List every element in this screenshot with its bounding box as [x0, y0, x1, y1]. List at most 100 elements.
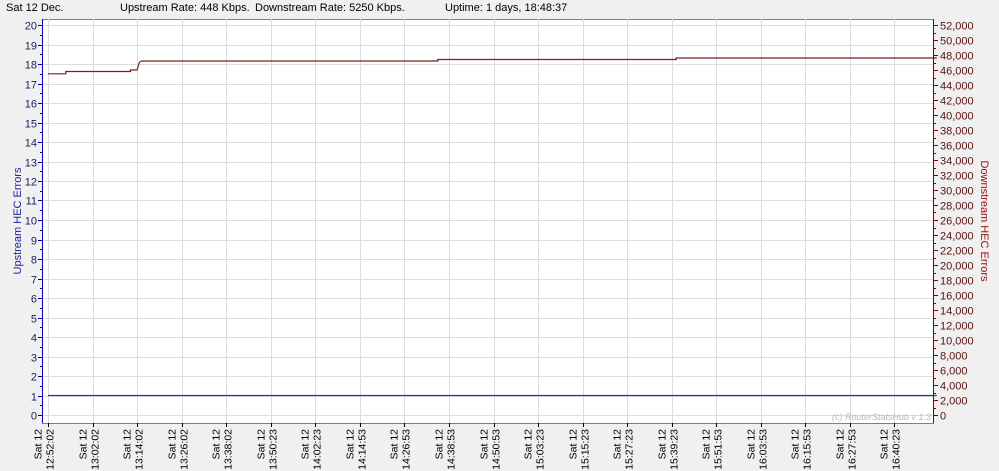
x-tick-label-time: 12:52:02 [45, 429, 57, 470]
right-tick-label: 24,000 [940, 231, 974, 243]
x-tick-label: Sat 1216:27:53 [835, 429, 859, 470]
x-tick-label: Sat 1213:50:23 [256, 429, 280, 470]
x-tick-label-day: Sat 12 [389, 429, 401, 460]
x-tick-label-day: Sat 12 [300, 429, 312, 460]
left-tick-label: 6 [31, 294, 37, 306]
x-tick-label-day: Sat 12 [167, 429, 179, 460]
right-tick-label: 34,000 [940, 156, 974, 168]
right-tick-label: 44,000 [940, 81, 974, 93]
x-tick-label-day: Sat 12 [122, 429, 134, 460]
x-tick-label-time: 13:50:23 [268, 429, 280, 470]
left-tick-label: 10 [25, 216, 37, 228]
left-tick-label: 9 [31, 236, 37, 248]
x-tick-label: Sat 1214:26:53 [389, 429, 413, 470]
x-tick-label-time: 16:15:53 [802, 429, 814, 470]
x-tick-label-time: 14:38:53 [446, 429, 458, 470]
x-tick-label: Sat 1213:14:02 [122, 429, 146, 470]
x-tick-label: Sat 1216:03:53 [746, 429, 770, 470]
x-tick-label-day: Sat 12 [345, 429, 357, 460]
x-tick-label-time: 14:02:23 [312, 429, 324, 470]
x-tick-label-time: 13:26:02 [179, 429, 191, 470]
x-tick-label: Sat 1214:38:53 [434, 429, 458, 470]
left-tick-label: 17 [25, 80, 37, 92]
hec-errors-chart: 0123456789101112131415161718192002,0004,… [12, 19, 990, 470]
right-tick-label: 22,000 [940, 246, 974, 258]
right-tick-label: 18,000 [940, 276, 974, 288]
left-tick-label: 0 [31, 411, 37, 423]
right-tick-label: 4,000 [940, 381, 968, 393]
x-tick-label-day: Sat 12 [78, 429, 90, 460]
x-tick-label-day: Sat 12 [211, 429, 223, 460]
left-tick-label: 2 [31, 372, 37, 384]
plot-area [42, 19, 934, 424]
x-tick-label-day: Sat 12 [256, 429, 268, 460]
watermark: (c) RouterStatsHub v 1.3 [832, 412, 931, 422]
left-axis-title: Upstream HEC Errors [12, 167, 24, 274]
right-tick-label: 28,000 [940, 201, 974, 213]
x-tick-label-time: 15:03:23 [535, 429, 547, 470]
right-tick-label: 6,000 [940, 366, 968, 378]
x-tick-label: Sat 1215:51:53 [701, 429, 725, 470]
x-tick-label-day: Sat 12 [479, 429, 491, 460]
left-tick-label: 13 [25, 158, 37, 170]
x-tick-label-day: Sat 12 [835, 429, 847, 460]
left-tick-label: 18 [25, 60, 37, 72]
x-tick-label: Sat 1214:14:53 [345, 429, 369, 470]
x-tick-label-time: 13:14:02 [134, 429, 146, 470]
x-tick-label: Sat 1213:26:02 [167, 429, 191, 470]
left-tick-label: 11 [26, 196, 37, 208]
right-tick-label: 2,000 [940, 396, 968, 408]
x-tick-label-day: Sat 12 [612, 429, 624, 460]
x-tick-label-time: 14:26:53 [401, 429, 413, 470]
left-tick-label: 4 [31, 333, 37, 345]
right-tick-label: 12,000 [940, 321, 974, 333]
left-tick-label: 1 [31, 392, 37, 404]
x-tick-label-time: 15:15:23 [580, 429, 592, 470]
x-tick-label-time: 13:02:02 [90, 429, 102, 470]
x-tick-label-day: Sat 12 [879, 429, 891, 460]
right-tick-label: 48,000 [940, 51, 974, 63]
x-tick-label-time: 14:50:53 [491, 429, 503, 470]
right-tick-label: 32,000 [940, 171, 974, 183]
right-tick-label: 40,000 [940, 111, 974, 123]
x-tick-label-time: 13:38:02 [223, 429, 235, 470]
x-tick-label: Sat 1215:39:23 [657, 429, 681, 470]
x-tick-label: Sat 1214:50:53 [479, 429, 503, 470]
left-tick-label: 3 [31, 353, 37, 365]
x-tick-label-time: 15:27:23 [624, 429, 636, 470]
left-tick-label: 16 [25, 99, 37, 111]
x-tick-label-day: Sat 12 [33, 429, 45, 460]
x-tick-label: Sat 1213:38:02 [211, 429, 235, 470]
right-tick-label: 50,000 [940, 36, 974, 48]
x-tick-label-time: 15:51:53 [713, 429, 725, 470]
x-tick-label: Sat 1216:15:53 [790, 429, 814, 470]
left-tick-label: 20 [25, 21, 37, 33]
right-tick-label: 10,000 [940, 336, 974, 348]
right-axis-title: Downstream HEC Errors [978, 160, 990, 282]
right-tick-label: 26,000 [940, 216, 974, 228]
right-tick-label: 8,000 [940, 351, 968, 363]
right-tick-label: 42,000 [940, 96, 974, 108]
left-tick-label: 19 [25, 41, 37, 53]
x-tick-label-time: 15:39:23 [669, 429, 681, 470]
x-tick-label: Sat 1215:27:23 [612, 429, 636, 470]
x-tick-label-day: Sat 12 [701, 429, 713, 460]
x-tick-label-day: Sat 12 [568, 429, 580, 460]
x-tick-label-day: Sat 12 [434, 429, 446, 460]
x-tick-label: Sat 1215:15:23 [568, 429, 592, 470]
right-tick-label: 0 [940, 411, 946, 423]
x-tick-label: Sat 1214:02:23 [300, 429, 324, 470]
x-tick-label: Sat 1216:40:23 [879, 429, 903, 470]
right-tick-label: 16,000 [940, 291, 974, 303]
right-tick-label: 52,000 [940, 21, 974, 33]
left-tick-label: 8 [31, 255, 37, 267]
x-tick-label-time: 16:40:23 [891, 429, 903, 470]
x-tick-label-day: Sat 12 [746, 429, 758, 460]
left-tick-label: 12 [25, 177, 37, 189]
left-tick-label: 7 [31, 275, 37, 287]
x-tick-label-time: 16:27:53 [847, 429, 859, 470]
right-tick-label: 14,000 [940, 306, 974, 318]
x-tick-label-day: Sat 12 [523, 429, 535, 460]
right-tick-label: 30,000 [940, 186, 974, 198]
left-tick-label: 15 [25, 119, 37, 131]
